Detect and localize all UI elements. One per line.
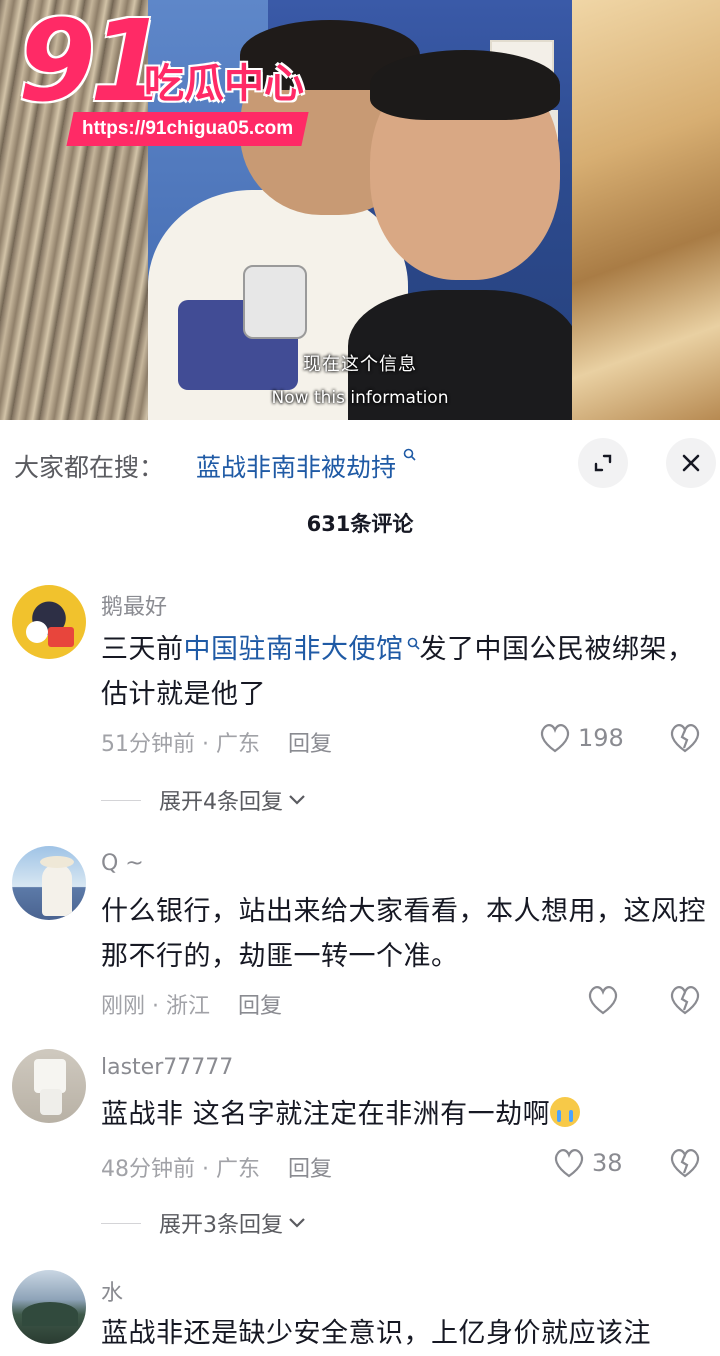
like-count: 198 [578, 724, 624, 752]
broken-heart-icon [670, 724, 700, 753]
like-button[interactable]: 198 [538, 722, 624, 754]
expand-replies-button[interactable]: 展开3条回复 [101, 1207, 307, 1239]
broken-heart-icon [670, 986, 700, 1015]
like-button[interactable]: 38 [552, 1147, 623, 1179]
avatar[interactable] [12, 1270, 86, 1344]
trending-search-link[interactable]: 蓝战非南非被劫持 [196, 448, 417, 484]
broken-heart-icon [670, 1149, 700, 1178]
video-frame[interactable]: 现在这个信息 Now this information 91 吃瓜中心 http… [0, 0, 720, 420]
expand-replies-button[interactable]: 展开4条回复 [101, 784, 307, 816]
comment-count: 631条评论 [306, 512, 414, 536]
subtitle-english: Now this information [271, 388, 449, 408]
trending-search-prefix: 大家都在搜： [14, 453, 165, 482]
chevron-down-icon [289, 795, 305, 805]
close-icon [682, 454, 700, 472]
reply-button[interactable]: 回复 [288, 1157, 332, 1182]
comment-meta: 48分钟前 · 广东 回复 [101, 1157, 333, 1182]
comment-text: 什么银行，站出来给大家看看，本人想用，这风控那不行的，劫匪一转一个准。 [101, 896, 706, 972]
comment-username[interactable]: 鹅最好 [101, 589, 167, 621]
dislike-button[interactable] [668, 722, 702, 758]
heart-outline-icon [554, 1149, 584, 1178]
like-button[interactable] [586, 984, 626, 1016]
reply-button[interactable]: 回复 [238, 994, 282, 1019]
watermark-url: https://91chigua05.com [66, 112, 309, 146]
chevron-down-icon [289, 1218, 305, 1228]
subtitle-chinese: 现在这个信息 [303, 354, 417, 375]
fullscreen-icon [594, 454, 612, 472]
crying-emoji-icon [550, 1097, 581, 1127]
comment-meta: 51分钟前 · 广东 回复 [101, 732, 333, 757]
comment-username[interactable]: laster77777 [101, 1055, 233, 1080]
comment-meta: 刚刚 · 浙江 回复 [101, 994, 283, 1019]
comment-keyword-link[interactable]: 中国驻南非大使馆 [184, 634, 420, 665]
camera-pendant [243, 265, 307, 339]
watermark-logo-name: 吃瓜中心 [144, 61, 304, 107]
dislike-button[interactable] [668, 984, 702, 1020]
search-icon [399, 448, 417, 468]
comment-text: 蓝战非还是缺少安全意识，上亿身价就应该注 [101, 1318, 651, 1349]
comment-text: 三天前中国驻南非大使馆 发了中国公民被绑架，估计就是他了 [101, 634, 695, 710]
close-button[interactable] [666, 438, 716, 488]
avatar[interactable] [12, 846, 86, 920]
like-count: 38 [592, 1149, 623, 1177]
fullscreen-button[interactable] [578, 438, 628, 488]
reply-button[interactable]: 回复 [288, 732, 332, 757]
comment-username[interactable]: Q ~ [101, 851, 144, 876]
avatar[interactable] [12, 585, 86, 659]
comment-username[interactable]: 水 [101, 1275, 123, 1307]
heart-outline-icon [588, 986, 618, 1015]
avatar[interactable] [12, 1049, 86, 1123]
comment-text: 蓝战非 这名字就注定在非洲有一劫啊 [101, 1092, 711, 1137]
dislike-button[interactable] [668, 1147, 702, 1183]
watermark-logo-number: 91 [18, 0, 168, 127]
heart-outline-icon [540, 724, 570, 753]
search-icon [407, 637, 420, 657]
